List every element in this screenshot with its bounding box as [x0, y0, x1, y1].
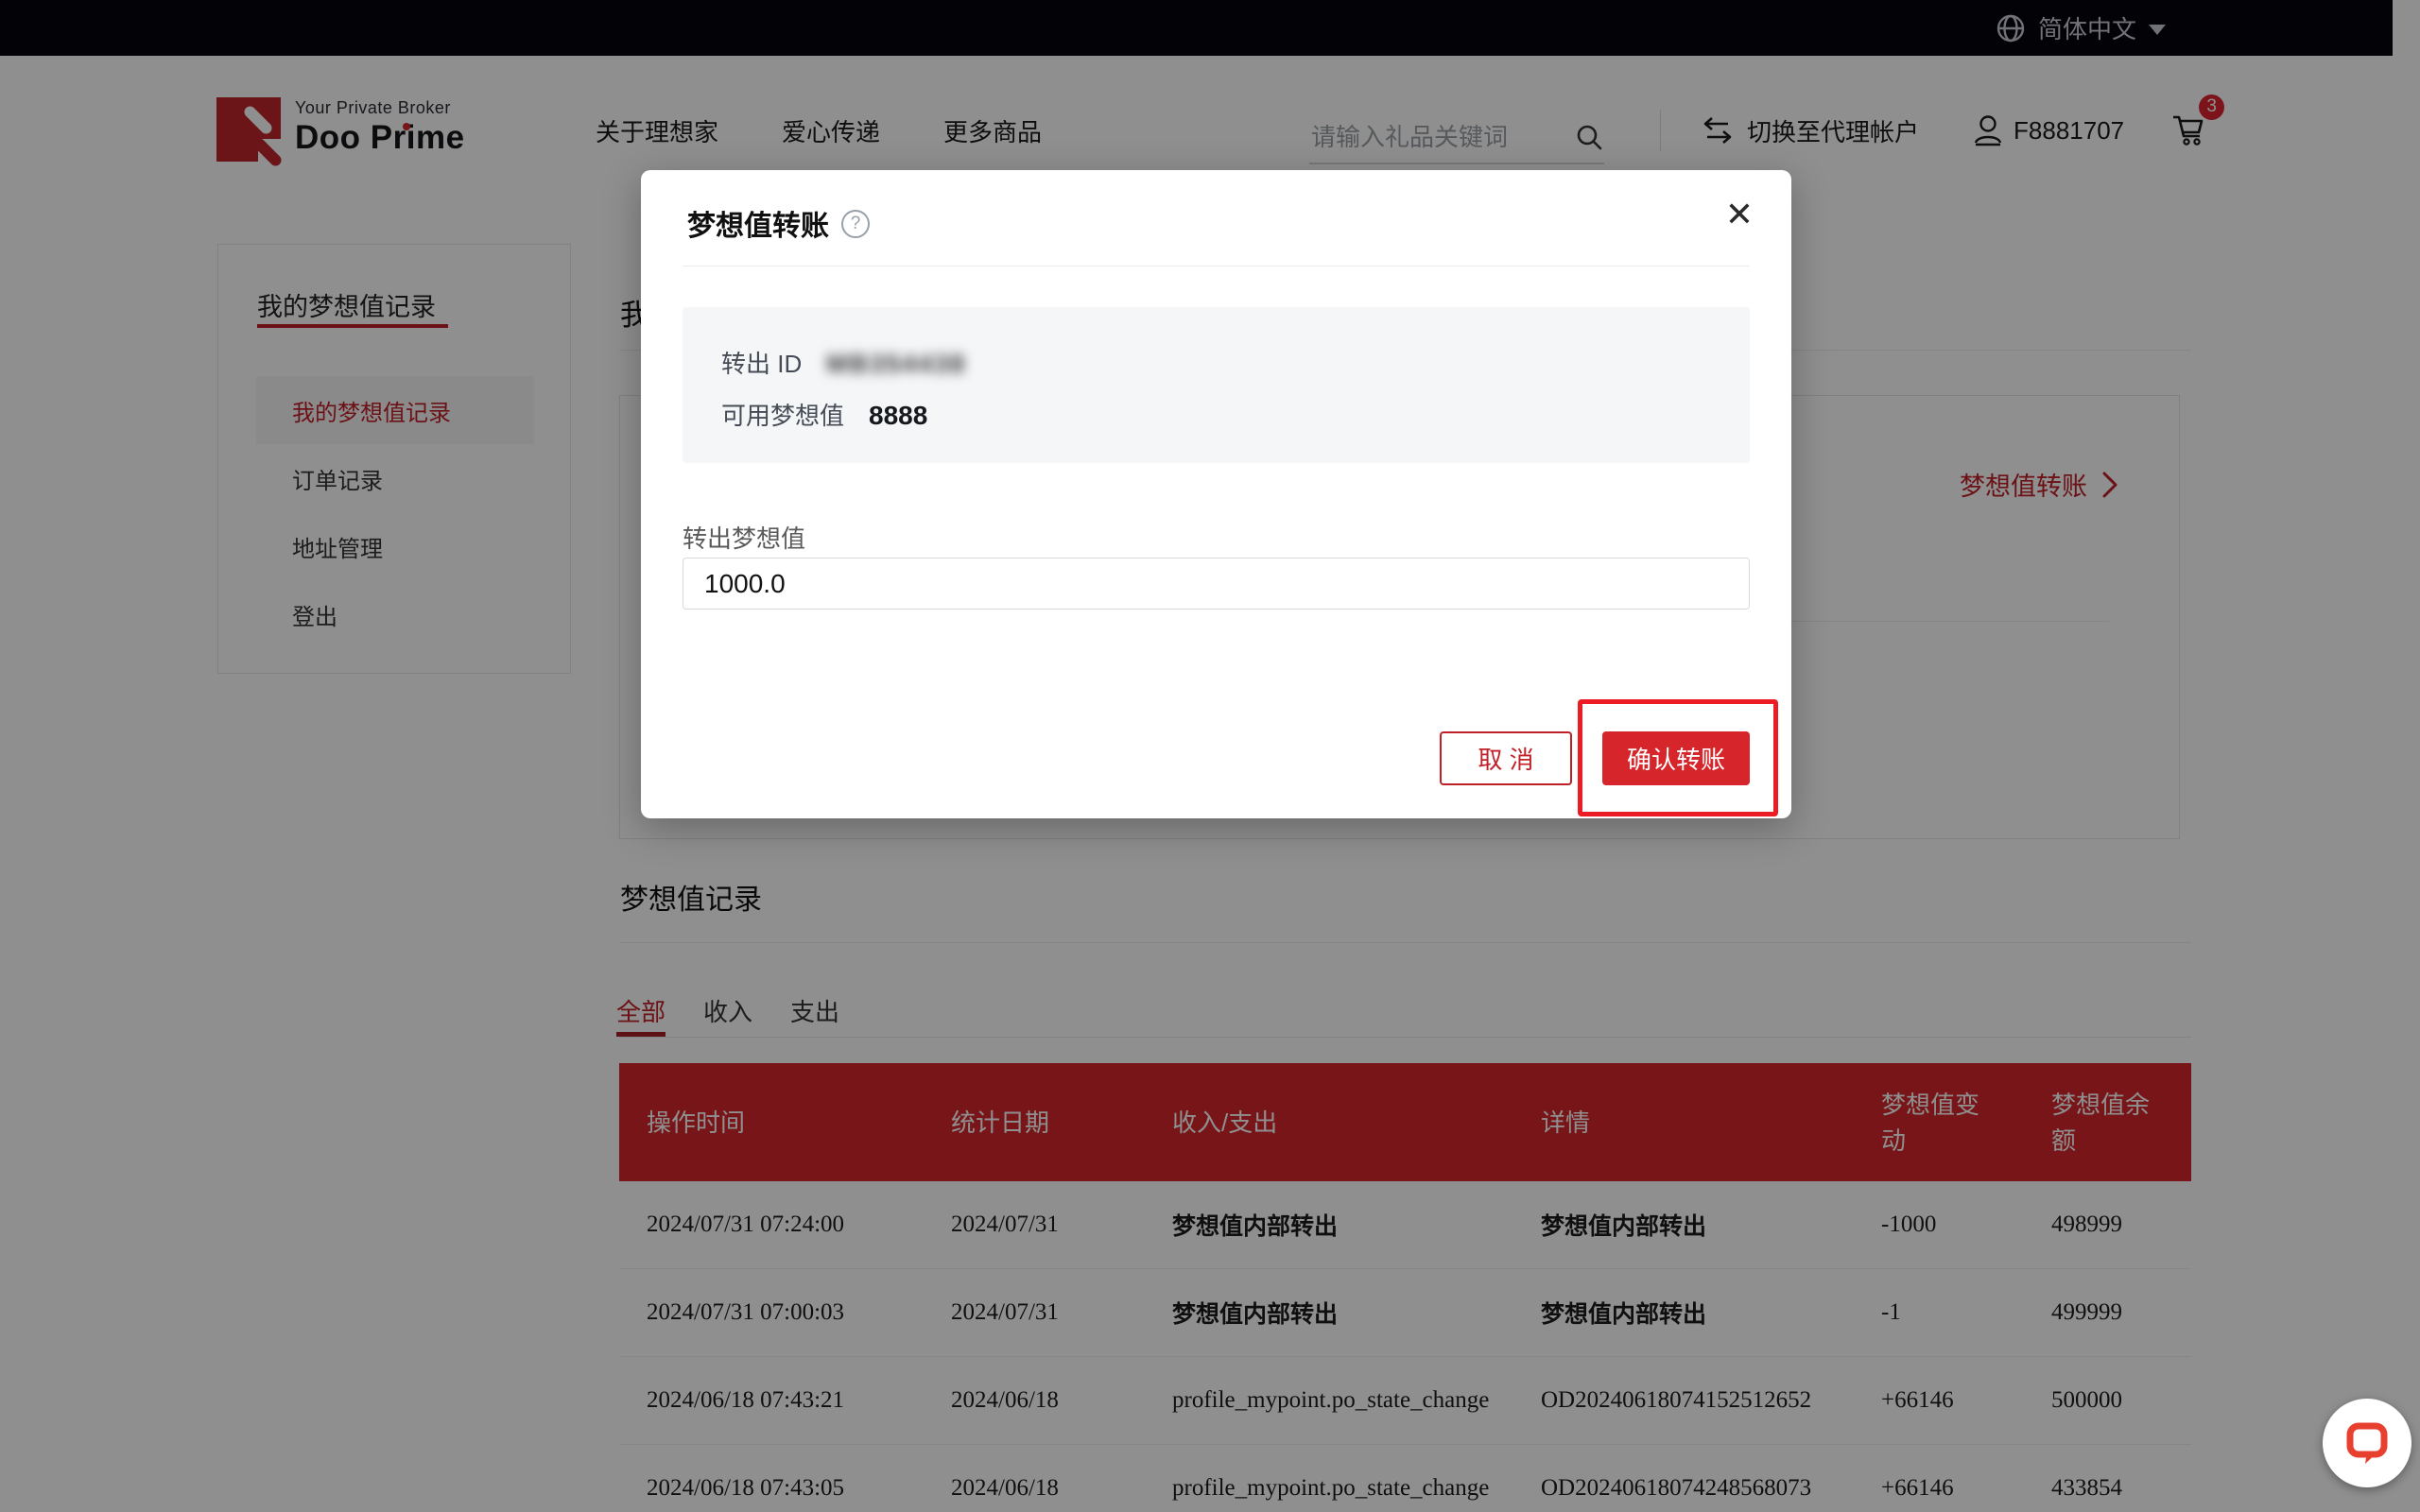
available-points-value: 8888: [869, 401, 927, 431]
modal-title: 梦想值转账: [687, 202, 829, 244]
live-chat-button[interactable]: [2323, 1399, 2411, 1487]
available-points-row: 可用梦想值 8888: [721, 397, 1750, 432]
confirm-transfer-button[interactable]: 确认转账: [1602, 731, 1750, 785]
transfer-info-box: 转出 ID MB354438 可用梦想值 8888: [683, 307, 1750, 463]
cancel-button[interactable]: 取 消: [1440, 731, 1572, 785]
amount-input[interactable]: [683, 558, 1750, 610]
transfer-modal: 梦想值转账 ? ✕ 转出 ID MB354438 可用梦想值 8888 转出梦想…: [641, 170, 1791, 818]
close-icon[interactable]: ✕: [1725, 195, 1754, 234]
chat-bubble-icon: [2342, 1418, 2392, 1468]
amount-field-label: 转出梦想值: [683, 520, 805, 555]
help-icon[interactable]: ?: [841, 210, 870, 238]
transfer-out-id-value: MB354438: [826, 350, 966, 379]
available-points-label: 可用梦想值: [721, 397, 844, 432]
page: 简体中文 Your Private Broker Doo Prime 关于理想家…: [0, 0, 2420, 1512]
transfer-out-id-row: 转出 ID MB354438: [721, 345, 1750, 380]
transfer-out-id-label: 转出 ID: [721, 345, 802, 380]
